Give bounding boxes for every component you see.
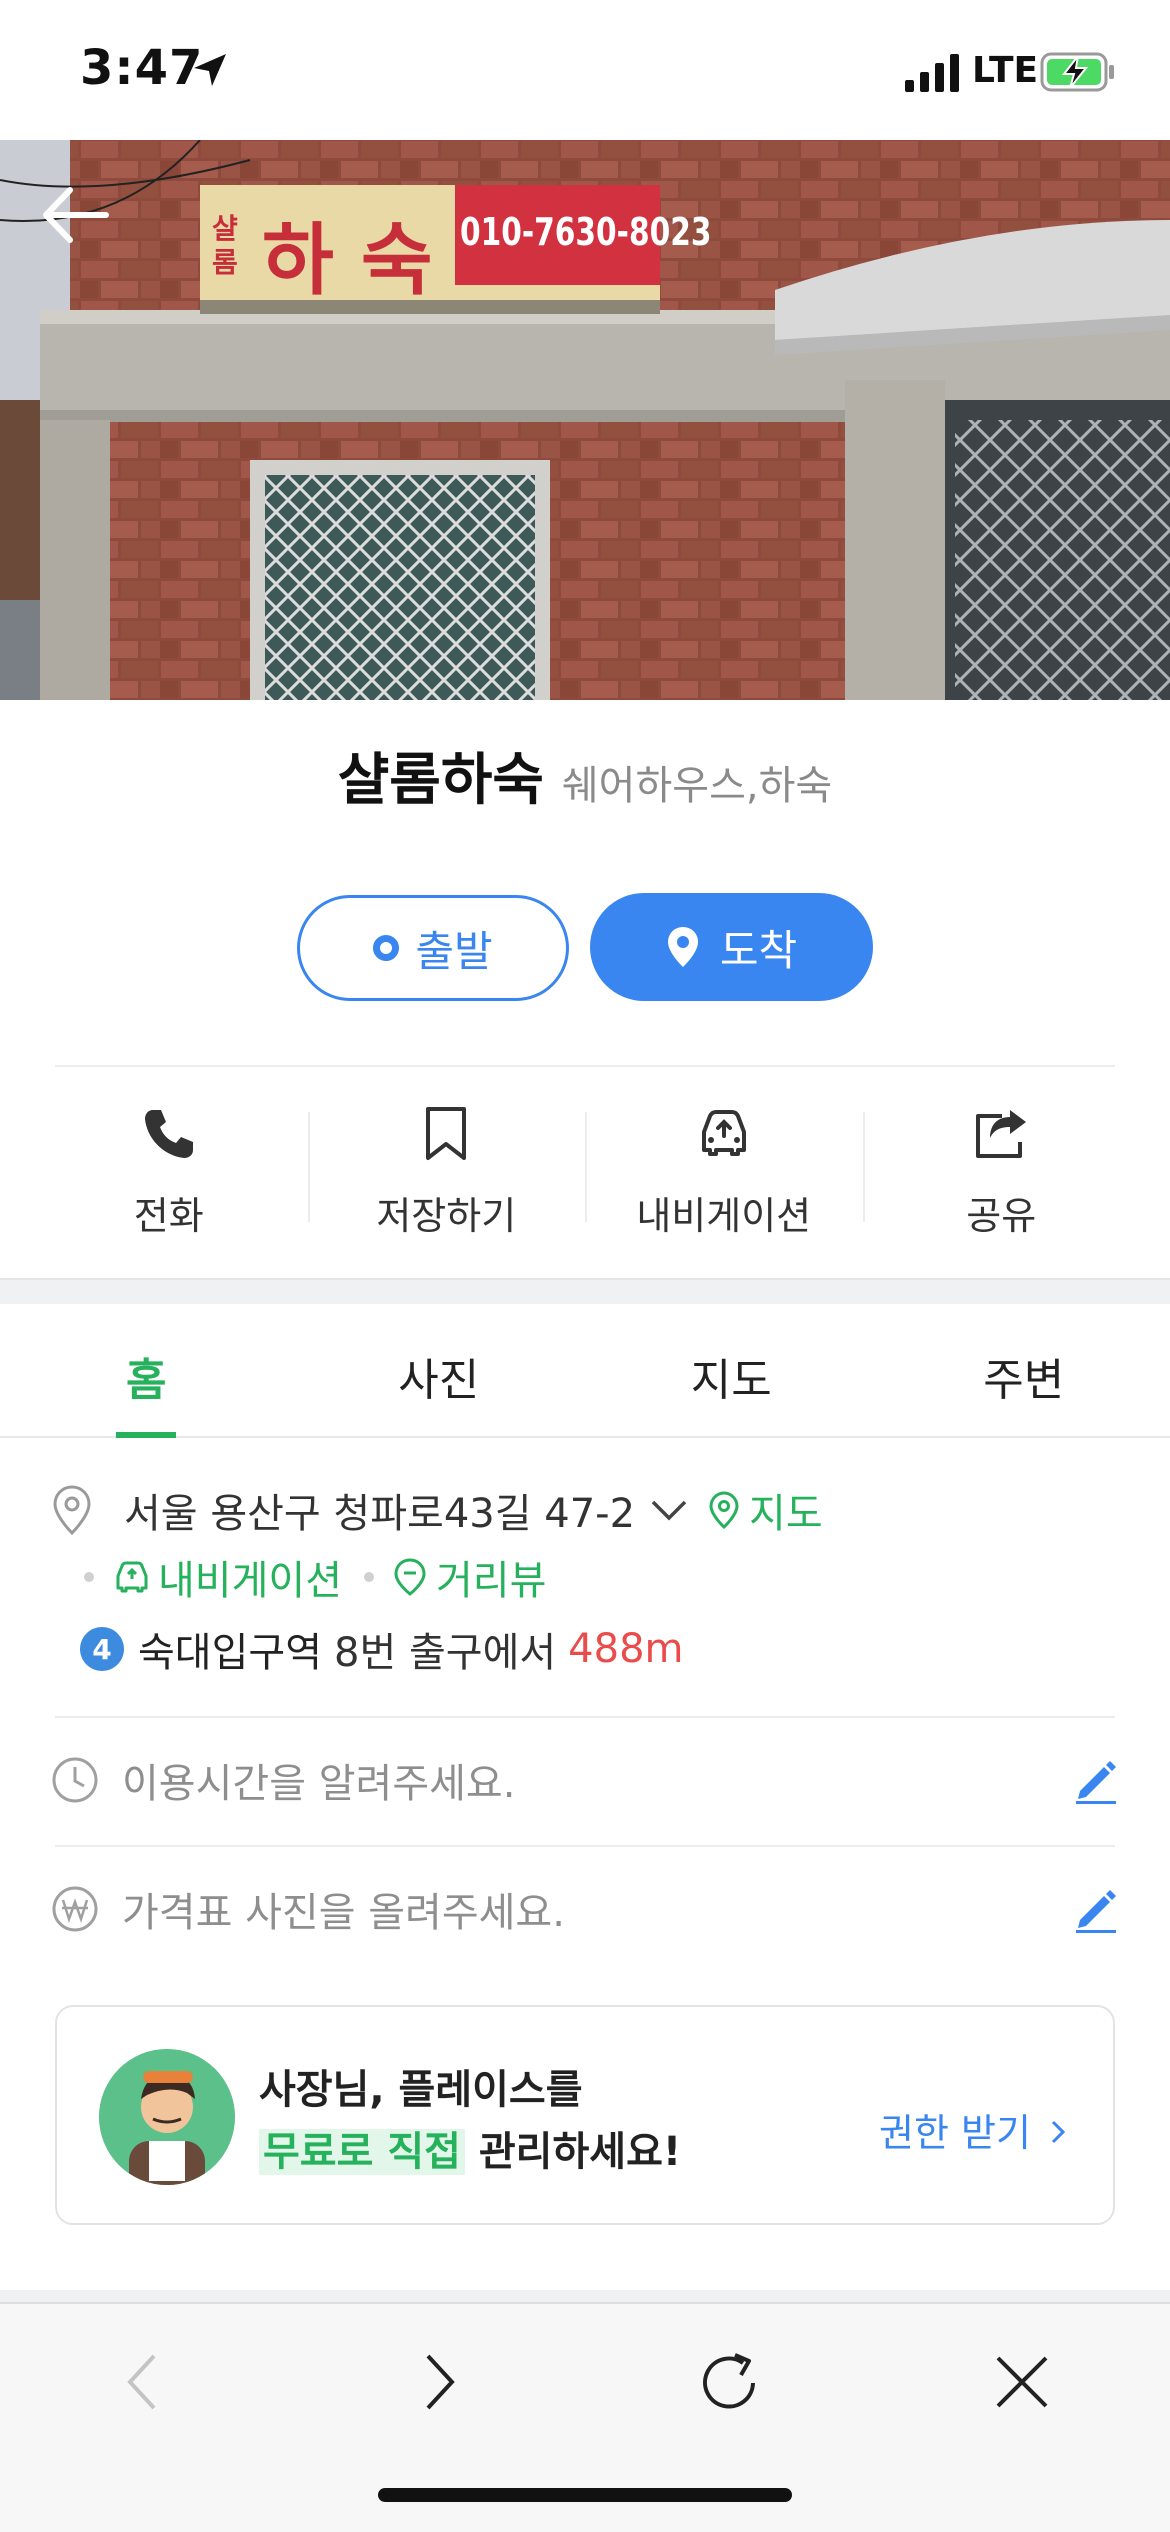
separator-dot (84, 1572, 94, 1582)
station-distance: 488m (568, 1626, 684, 1672)
tab-photos[interactable]: 사진 (293, 1304, 586, 1436)
owner-card-line1: 사장님, 플레이스를 (259, 2067, 583, 2113)
sign-main-text: 하 숙 (262, 216, 433, 306)
subway-info: 4 숙대입구역 8번 출구에서 488m (80, 1620, 683, 1678)
navigation-link[interactable]: 내비게이션 (112, 1548, 342, 1606)
location-arrow-icon (194, 54, 226, 86)
price-row[interactable]: 가격표 사진을 올려주세요. (50, 1869, 1120, 1949)
edit-pencil-icon[interactable] (1070, 1755, 1120, 1805)
divider (55, 1716, 1115, 1718)
home-indicator (378, 2488, 792, 2502)
location-pin-outline-icon (53, 1485, 91, 1536)
hours-row[interactable]: 이용시간을 알려주세요. (50, 1740, 1120, 1820)
tab-nearby[interactable]: 주변 (878, 1304, 1170, 1436)
address-section: 서울 용산구 청파로43길 47-2 지도 (50, 1480, 1130, 1540)
clock-icon (52, 1757, 98, 1803)
owner-card-line2: 무료로 직접 관리하세요! (259, 2119, 681, 2177)
street-view-label: 거리뷰 (436, 1558, 547, 1604)
owner-card-highlight: 무료로 직접 (259, 2129, 465, 2175)
car-green-icon (116, 1561, 148, 1593)
bookmark-icon (426, 1107, 467, 1160)
section-separator (0, 1278, 1170, 1304)
action-row: 전화 저장하기 내비게이션 공유 (30, 1100, 1140, 1240)
share-icon (976, 1110, 1027, 1158)
call-action[interactable]: 전화 (30, 1100, 308, 1240)
owner-avatar (99, 2049, 235, 2185)
won-currency-icon (52, 1886, 98, 1932)
browser-close-button[interactable] (982, 2342, 1062, 2422)
street-view-link[interactable]: 거리뷰 (392, 1548, 546, 1606)
subway-line-badge: 4 (80, 1627, 124, 1671)
browser-back-button[interactable] (102, 2342, 182, 2422)
location-pin-icon (667, 927, 698, 967)
chevron-right-icon (426, 2354, 455, 2410)
share-action[interactable]: 공유 (862, 1100, 1141, 1240)
save-label: 저장하기 (376, 1194, 517, 1238)
status-time: 3:47 (80, 40, 204, 96)
station-name: 숙대입구역 (138, 1630, 322, 1676)
close-icon (996, 2356, 1048, 2408)
reload-icon (703, 2353, 755, 2409)
map-pin-green-icon (709, 1491, 739, 1530)
back-arrow-icon[interactable] (36, 180, 116, 250)
price-prompt: 가격표 사진을 올려주세요. (122, 1890, 565, 1936)
save-action[interactable]: 저장하기 (307, 1100, 586, 1240)
route-arrive-button[interactable]: 도착 (590, 893, 873, 1001)
route-start-label: 출발 (415, 926, 493, 976)
route-arrive-label: 도착 (719, 925, 798, 975)
browser-forward-button[interactable] (400, 2342, 480, 2422)
chevron-right-icon (1051, 2120, 1066, 2144)
separator-dot (364, 1572, 374, 1582)
place-photo[interactable]: 샬 롬 하 숙 010-7630-8023 (0, 140, 1170, 700)
navigation-link-label: 내비게이션 (158, 1558, 342, 1604)
car-navigation-icon (701, 1110, 746, 1156)
share-label: 공유 (966, 1194, 1037, 1238)
navigation-action[interactable]: 내비게이션 (585, 1100, 863, 1240)
claim-permission-link[interactable]: 권한 받기 (879, 2102, 1067, 2157)
map-link[interactable]: 지도 (707, 1481, 823, 1539)
place-title: 샬롬하숙 (337, 748, 544, 813)
route-start-button[interactable]: 출발 (297, 895, 569, 1001)
divider (55, 1065, 1115, 1067)
network-label: LTE (972, 50, 1039, 91)
tab-bar: 홈 사진 지도 주변 (0, 1304, 1170, 1438)
section-separator (0, 2290, 1170, 2302)
owner-promo-card[interactable]: 사장님, 플레이스를 무료로 직접 관리하세요! 권한 받기 (55, 2005, 1115, 2225)
call-label: 전화 (133, 1194, 204, 1238)
status-bar: 3:47 LTE (0, 0, 1170, 140)
place-header: 샬롬하숙 쉐어하우스,하숙 (0, 735, 1170, 816)
hours-prompt: 이용시간을 알려주세요. (122, 1761, 516, 1807)
phone-icon (144, 1110, 193, 1158)
tab-home[interactable]: 홈 (0, 1304, 293, 1438)
sign-phone-text: 010-7630-8023 (460, 210, 712, 254)
chevron-left-icon (127, 2354, 156, 2410)
start-dot-icon (373, 935, 400, 961)
exit-text: 8번 출구에서 (334, 1630, 557, 1676)
street-view-icon (394, 1558, 426, 1596)
place-category: 쉐어하우스,하숙 (561, 763, 833, 809)
claim-permission-label: 권한 받기 (878, 2111, 1031, 2155)
address-links: 내비게이션 거리뷰 (80, 1548, 546, 1606)
tab-map[interactable]: 지도 (585, 1304, 878, 1436)
signal-icon (905, 54, 959, 92)
map-link-label: 지도 (749, 1491, 823, 1537)
address-text: 서울 용산구 청파로43길 47-2 (124, 1491, 636, 1537)
divider (55, 1845, 1115, 1847)
navigation-label: 내비게이션 (636, 1194, 812, 1238)
owner-card-line2-rest: 관리하세요! (464, 2129, 682, 2175)
edit-pencil-icon[interactable] (1070, 1884, 1120, 1934)
battery-charging-icon (1040, 52, 1114, 92)
sign-small-text: 샬 롬 (212, 212, 238, 279)
browser-reload-button[interactable] (690, 2342, 770, 2422)
chevron-down-icon[interactable] (649, 1496, 689, 1524)
